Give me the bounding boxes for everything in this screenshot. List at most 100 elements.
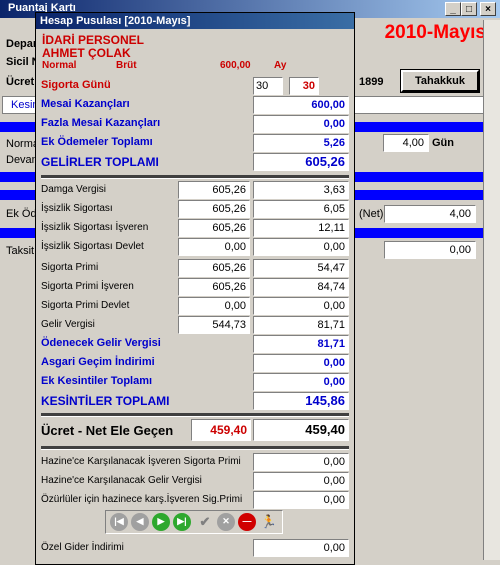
deduction-row: Damga Vergisi 605,26 3,63 bbox=[41, 181, 349, 199]
ozel-gider-value[interactable]: 0,00 bbox=[253, 539, 349, 557]
income-total-label: GELİRLER TOPLAMI bbox=[41, 155, 159, 169]
close-button[interactable]: × bbox=[480, 2, 496, 16]
net-input[interactable]: 4,00 bbox=[384, 205, 476, 223]
deduction-value: 81,71 bbox=[253, 316, 349, 334]
net-pay-label: Ücret - Net Ele Geçen bbox=[41, 423, 174, 438]
tax-summary-value: 0,00 bbox=[253, 373, 349, 391]
tax-summary-label: Ödenecek Gelir Vergisi bbox=[41, 337, 161, 349]
income-label: Fazla Mesai Kazançları bbox=[41, 117, 161, 129]
income-label: Ek Ödemeler Toplamı bbox=[41, 136, 153, 148]
deductions-total-value: 145,86 bbox=[253, 392, 349, 410]
department-label: Depar bbox=[6, 38, 38, 50]
income-value: 600,00 bbox=[253, 96, 349, 114]
sigorta-gunu-row: Sigorta Günü 30 30 bbox=[41, 77, 349, 95]
normal-days-input[interactable]: 4,00 bbox=[383, 134, 429, 152]
maximize-button[interactable]: □ bbox=[461, 2, 477, 16]
deduction-label: Sigorta Primi bbox=[41, 262, 99, 273]
tahakkuk-button[interactable]: Tahakkuk bbox=[400, 69, 480, 93]
deduction-label: İşsizlik Sigortası Devlet bbox=[41, 241, 144, 252]
deduction-row: Sigorta Primi İşveren 605,26 84,74 bbox=[41, 278, 349, 296]
net-pay-value: 459,40 bbox=[253, 419, 349, 441]
tax-summary-value: 0,00 bbox=[253, 354, 349, 372]
separator bbox=[41, 446, 349, 450]
gross-amount: 600,00 bbox=[220, 60, 251, 71]
deduction-value: 3,63 bbox=[253, 181, 349, 199]
deduction-value: 54,47 bbox=[253, 259, 349, 277]
deductions-total-label: KESİNTİLER TOPLAMI bbox=[41, 394, 170, 408]
separator bbox=[41, 413, 349, 417]
next-record-icon[interactable]: ▶ bbox=[152, 513, 170, 531]
tax-summary-label: Ek Kesintiler Toplamı bbox=[41, 375, 153, 387]
gun-label: Gün bbox=[432, 137, 454, 149]
treasury-value: 0,00 bbox=[253, 491, 349, 509]
sigorta-gunu-label: Sigorta Günü bbox=[41, 79, 111, 91]
last-record-icon[interactable]: ▶| bbox=[173, 513, 191, 531]
previous-record-icon[interactable]: ◀ bbox=[131, 513, 149, 531]
code-label: 1899 bbox=[359, 76, 384, 88]
deduction-value: 84,74 bbox=[253, 278, 349, 296]
sigorta-gunu-total: 30 bbox=[289, 77, 319, 95]
tax-summary-label: Asgari Geçim İndirimi bbox=[41, 356, 155, 368]
exit-runner-icon[interactable]: 🏃 bbox=[260, 513, 278, 531]
minimize-button[interactable]: _ bbox=[445, 2, 461, 16]
deduction-label: Sigorta Primi Devlet bbox=[41, 300, 130, 311]
tax-summary-row: Ek Kesintiler Toplamı 0,00 bbox=[41, 373, 349, 391]
deduction-row: İşsizlik Sigortası 605,26 6,05 bbox=[41, 200, 349, 218]
ozel-gider-row: Özel Gider İndirimi 0,00 bbox=[41, 539, 349, 557]
vertical-scrollbar[interactable] bbox=[483, 20, 500, 560]
deduction-base: 605,26 bbox=[178, 259, 250, 277]
treasury-label: Hazine'ce Karşılanacak İşveren Sigorta P… bbox=[41, 456, 241, 467]
deduction-base: 605,26 bbox=[178, 200, 250, 218]
tax-summary-row: Asgari Geçim İndirimi 0,00 bbox=[41, 354, 349, 372]
net-pay-red-value: 459,40 bbox=[191, 419, 251, 441]
deduction-base: 0,00 bbox=[178, 238, 250, 256]
treasury-row: Özürlüler için hazinece karş.İşveren Sig… bbox=[41, 491, 349, 509]
wage-type-label: Normal bbox=[42, 60, 77, 71]
income-total-row: GELİRLER TOPLAMI 605,26 bbox=[41, 153, 349, 171]
employee-name: AHMET ÇOLAK bbox=[42, 46, 131, 60]
delete-icon[interactable]: — bbox=[238, 513, 256, 531]
income-total-value: 605,26 bbox=[253, 153, 349, 171]
deduction-base: 0,00 bbox=[178, 297, 250, 315]
deduction-row: Gelir Vergisi 544,73 81,71 bbox=[41, 316, 349, 334]
deductions-total-row: KESİNTİLER TOPLAMI 145,86 bbox=[41, 392, 349, 410]
deduction-base: 544,73 bbox=[178, 316, 250, 334]
deduction-value: 0,00 bbox=[253, 238, 349, 256]
deduction-label: Damga Vergisi bbox=[41, 184, 107, 195]
ozel-gider-label: Özel Gider İndirimi bbox=[41, 542, 124, 553]
taksit-input[interactable]: 0,00 bbox=[384, 241, 476, 259]
income-label: Mesai Kazançları bbox=[41, 98, 130, 110]
ucret-label: Ücret bbox=[6, 76, 35, 88]
deduction-label: İşsizlik Sigortası bbox=[41, 203, 113, 214]
dialog-title: Hesap Pusulası [2010-Mayıs] bbox=[36, 13, 354, 29]
deduction-base: 605,26 bbox=[178, 219, 250, 237]
period-heading: 2010-Mayıs bbox=[384, 22, 486, 43]
deduction-label: Sigorta Primi İşveren bbox=[41, 281, 134, 292]
income-row: Ek Ödemeler Toplamı 5,26 bbox=[41, 134, 349, 152]
sigorta-gunu-input[interactable]: 30 bbox=[253, 77, 283, 95]
deduction-row: İşsizlik Sigortası Devlet 0,00 0,00 bbox=[41, 238, 349, 256]
income-value: 0,00 bbox=[253, 115, 349, 133]
treasury-value: 0,00 bbox=[253, 453, 349, 471]
deduction-row: İşsizlik Sigortası İşveren 605,26 12,11 bbox=[41, 219, 349, 237]
income-row: Fazla Mesai Kazançları 0,00 bbox=[41, 115, 349, 133]
net-label: (Net) bbox=[359, 208, 384, 220]
net-pay-row: Ücret - Net Ele Geçen 459,40 459,40 bbox=[41, 419, 349, 443]
confirm-check-icon[interactable]: ✔ bbox=[196, 513, 214, 531]
deduction-row: Sigorta Primi Devlet 0,00 0,00 bbox=[41, 297, 349, 315]
income-row: Mesai Kazançları 600,00 bbox=[41, 96, 349, 114]
treasury-row: Hazine'ce Karşılanacak Gelir Vergisi 0,0… bbox=[41, 472, 349, 490]
cancel-icon[interactable]: ✕ bbox=[217, 513, 235, 531]
first-record-icon[interactable]: |◀ bbox=[110, 513, 128, 531]
brut-label: Brüt bbox=[116, 60, 137, 71]
deduction-base: 605,26 bbox=[178, 278, 250, 296]
deduction-label: Gelir Vergisi bbox=[41, 319, 95, 330]
deduction-base: 605,26 bbox=[178, 181, 250, 199]
deduction-label: İşsizlik Sigortası İşveren bbox=[41, 222, 149, 233]
tax-summary-row: Ödenecek Gelir Vergisi 81,71 bbox=[41, 335, 349, 353]
deduction-value: 0,00 bbox=[253, 297, 349, 315]
navigation-toolbar: |◀ ◀ ▶ ▶| ✔ ✕ — 🏃 bbox=[105, 510, 283, 534]
ay-label: Ay bbox=[274, 60, 287, 71]
deduction-row: Sigorta Primi 605,26 54,47 bbox=[41, 259, 349, 277]
tax-summary-value: 81,71 bbox=[253, 335, 349, 353]
